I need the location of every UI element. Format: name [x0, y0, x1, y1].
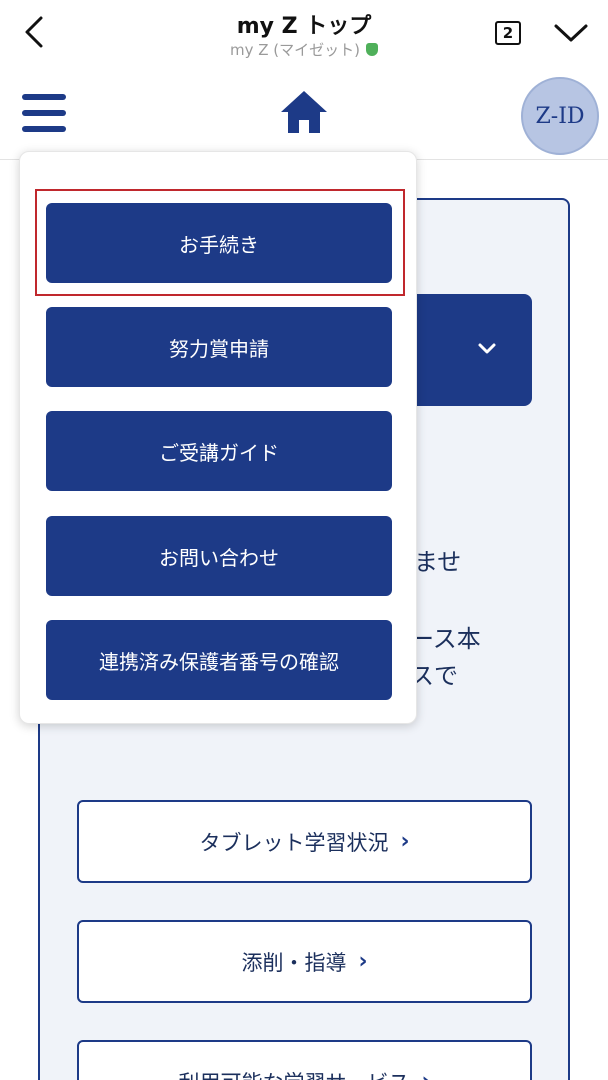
chevron-down-icon[interactable]: [552, 20, 590, 46]
secure-shield-icon: [366, 43, 378, 56]
menu-item-contact[interactable]: お問い合わせ: [46, 516, 392, 596]
site-name: my Z (マイゼット): [229, 41, 360, 59]
correction-guidance-button[interactable]: 添削・指導 ›: [77, 920, 532, 1003]
menu-item-procedures[interactable]: お手続き: [46, 203, 392, 283]
menu-item-effort-award[interactable]: 努力賞申請: [46, 307, 392, 387]
text-fragment: スで: [410, 662, 458, 690]
button-label: 利用可能な学習サービス: [178, 1067, 409, 1080]
button-label: タブレット学習状況: [199, 830, 389, 855]
menu-item-course-guide[interactable]: ご受講ガイド: [46, 411, 392, 491]
menu-item-guardian-number[interactable]: 連携済み保護者番号の確認: [46, 620, 392, 700]
home-icon[interactable]: [278, 88, 330, 136]
site-header: Z-ID: [0, 66, 608, 160]
hamburger-menu-icon[interactable]: [22, 94, 66, 132]
text-fragment: ませ: [414, 548, 462, 576]
tablet-progress-button[interactable]: タブレット学習状況 ›: [77, 800, 532, 883]
chevron-right-icon: ›: [400, 829, 410, 854]
available-services-button[interactable]: 利用可能な学習サービス ›: [77, 1040, 532, 1080]
hamburger-dropdown-menu: お手続き 努力賞申請 ご受講ガイド お問い合わせ 連携済み保護者番号の確認: [19, 151, 417, 724]
chevron-down-icon: [476, 338, 498, 360]
button-label: 添削・指導: [241, 950, 347, 975]
chevron-right-icon: ›: [358, 949, 368, 974]
browser-header: my Z トップ my Z (マイゼット) 2: [0, 0, 608, 66]
chevron-right-icon: ›: [421, 1069, 430, 1080]
text-fragment: ース本: [410, 625, 481, 653]
tab-count-button[interactable]: 2: [495, 21, 521, 45]
avatar[interactable]: Z-ID: [521, 77, 599, 155]
